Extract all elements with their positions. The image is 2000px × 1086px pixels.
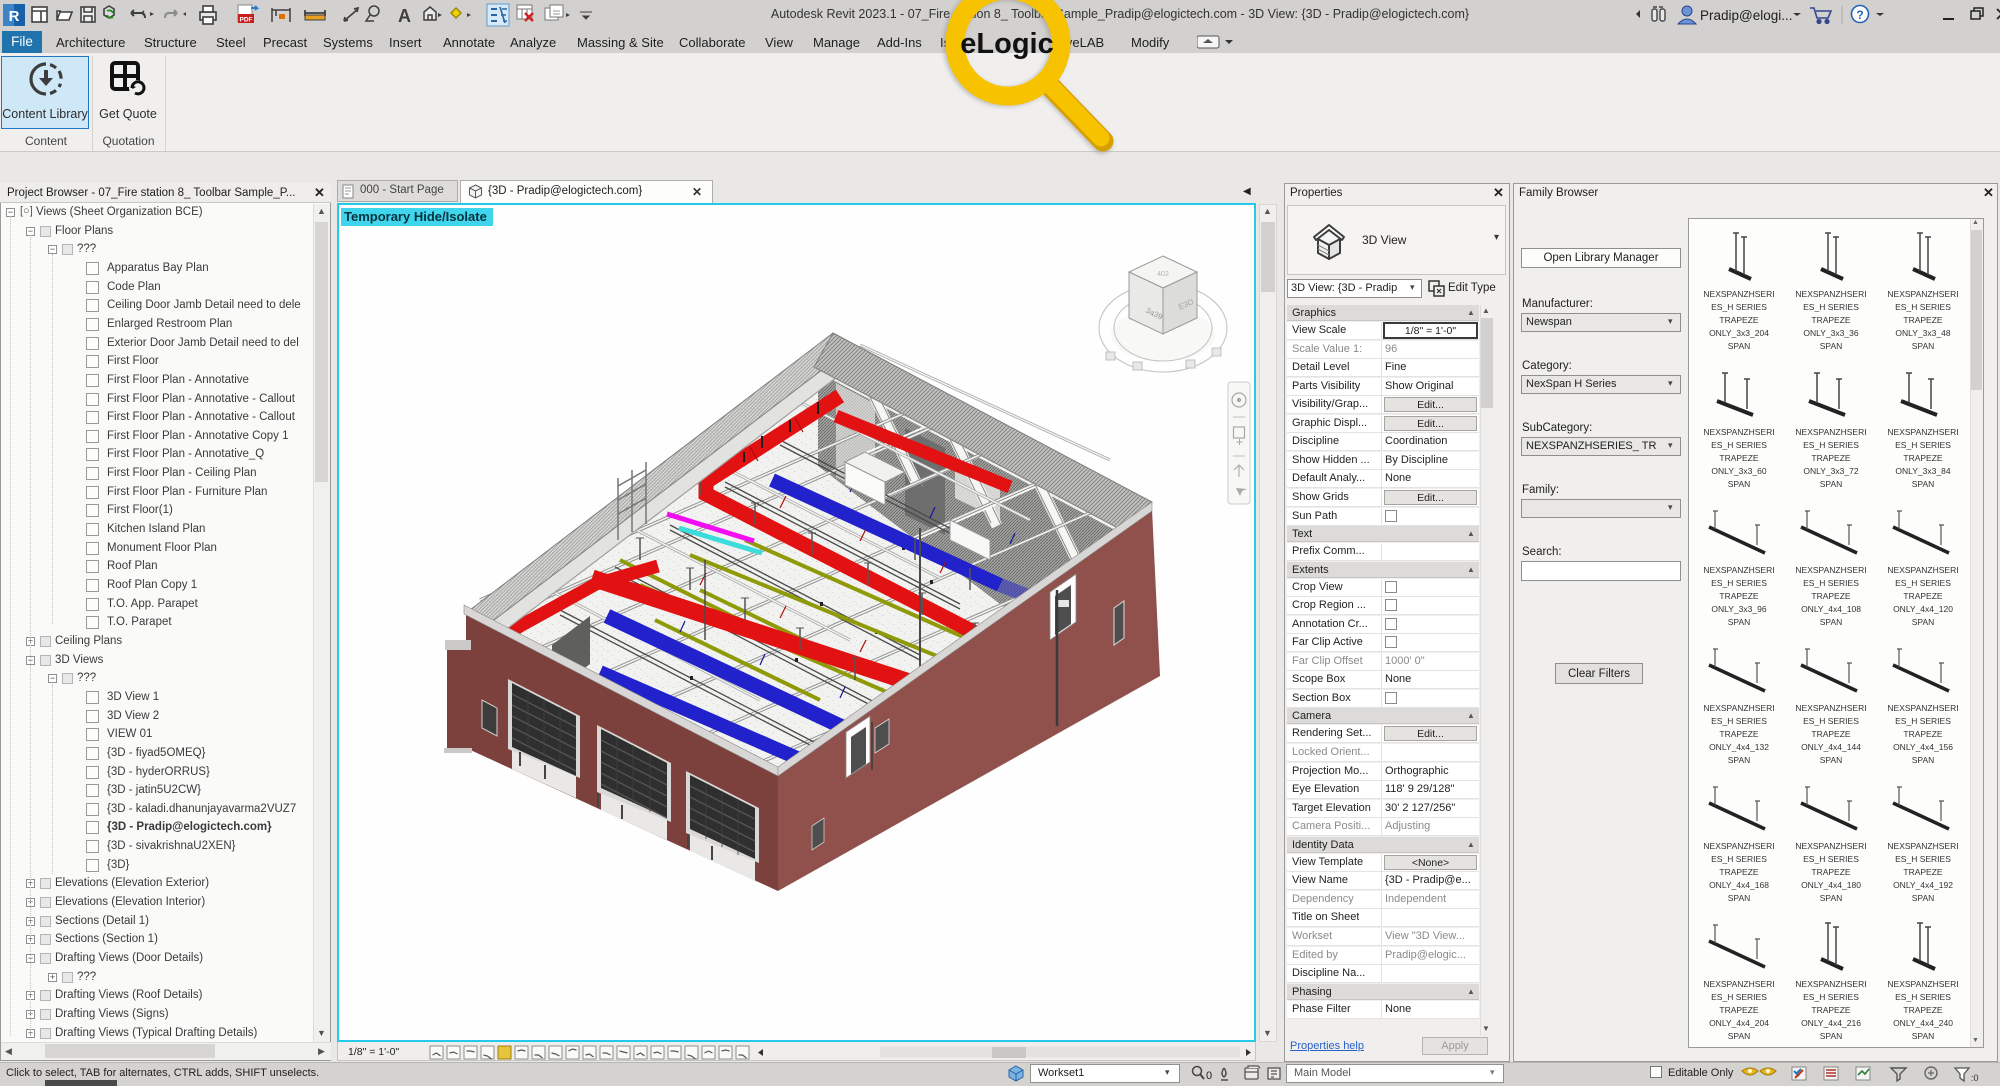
svg-text:NEXSPANZHSERIES_H SERIESTRAPEZ: NEXSPANZHSERIES_H SERIESTRAPEZEONLY_4x4_… [1887,703,1958,765]
svg-text:NEXSPANZHSERIES_H SERIESTRAPEZ: NEXSPANZHSERIES_H SERIESTRAPEZEONLY_3x3_… [1703,427,1774,489]
svg-text:NEXSPANZHSERIES_H SERIESTRAPEZ: NEXSPANZHSERIES_H SERIESTRAPEZEONLY_3x3_… [1887,289,1958,351]
svg-text:NEXSPANZHSERIES_H SERIESTRAPEZ: NEXSPANZHSERIES_H SERIESTRAPEZEONLY_4x4_… [1703,703,1774,765]
svg-text:NEXSPANZHSERIES_H SERIESTRAPEZ: NEXSPANZHSERIES_H SERIESTRAPEZEONLY_4x4_… [1887,841,1958,903]
svg-text:R: R [9,8,20,25]
svg-text:NEXSPANZHSERIES_H SERIESTRAPEZ: NEXSPANZHSERIES_H SERIESTRAPEZEONLY_4x4_… [1703,841,1774,903]
svg-text:NEXSPANZHSERIES_H SERIESTRAPEZ: NEXSPANZHSERIES_H SERIESTRAPEZEONLY_3x3_… [1887,427,1958,489]
svg-text:NEXSPANZHSERIES_H SERIESTRAPEZ: NEXSPANZHSERIES_H SERIESTRAPEZEONLY_4x4_… [1795,979,1866,1041]
svg-text:NEXSPANZHSERIES_H SERIESTRAPEZ: NEXSPANZHSERIES_H SERIESTRAPEZEONLY_4x4_… [1795,841,1866,903]
svg-text:NEXSPANZHSERIES_H SERIESTRAPEZ: NEXSPANZHSERIES_H SERIESTRAPEZEONLY_4x4_… [1703,979,1774,1041]
svg-text:NEXSPANZHSERIES_H SERIESTRAPEZ: NEXSPANZHSERIES_H SERIESTRAPEZEONLY_3x3_… [1703,289,1774,351]
svg-text:NEXSPANZHSERIES_H SERIESTRAPEZ: NEXSPANZHSERIES_H SERIESTRAPEZEONLY_4x4_… [1887,979,1958,1041]
svg-text:eLogic: eLogic [960,28,1053,60]
svg-text:A: A [398,6,411,26]
svg-text::0: :0 [1971,1073,1979,1083]
svg-text:0: 0 [1206,1070,1212,1082]
svg-text:NEXSPANZHSERIES_H SERIESTRAPEZ: NEXSPANZHSERIES_H SERIESTRAPEZEONLY_4x4_… [1887,565,1958,627]
svg-text:NEXSPANZHSERIES_H SERIESTRAPEZ: NEXSPANZHSERIES_H SERIESTRAPEZEONLY_3x3_… [1795,289,1866,351]
svg-text:NEXSPANZHSERIES_H SERIESTRAPEZ: NEXSPANZHSERIES_H SERIESTRAPEZEONLY_4x4_… [1795,703,1866,765]
svg-text:NEXSPANZHSERIES_H SERIESTRAPEZ: NEXSPANZHSERIES_H SERIESTRAPEZEONLY_3x3_… [1795,427,1866,489]
svg-text:?: ? [1856,8,1863,22]
svg-text:NEXSPANZHSERIES_H SERIESTRAPEZ: NEXSPANZHSERIES_H SERIESTRAPEZEONLY_3x3_… [1703,565,1774,627]
svg-text:402: 402 [1157,271,1169,278]
svg-text:Pradip@elogi...: Pradip@elogi... [1700,8,1793,23]
svg-text:NEXSPANZHSERIES_H SERIESTRAPEZ: NEXSPANZHSERIES_H SERIESTRAPEZEONLY_4x4_… [1795,565,1866,627]
svg-text:PDF: PDF [240,17,253,24]
